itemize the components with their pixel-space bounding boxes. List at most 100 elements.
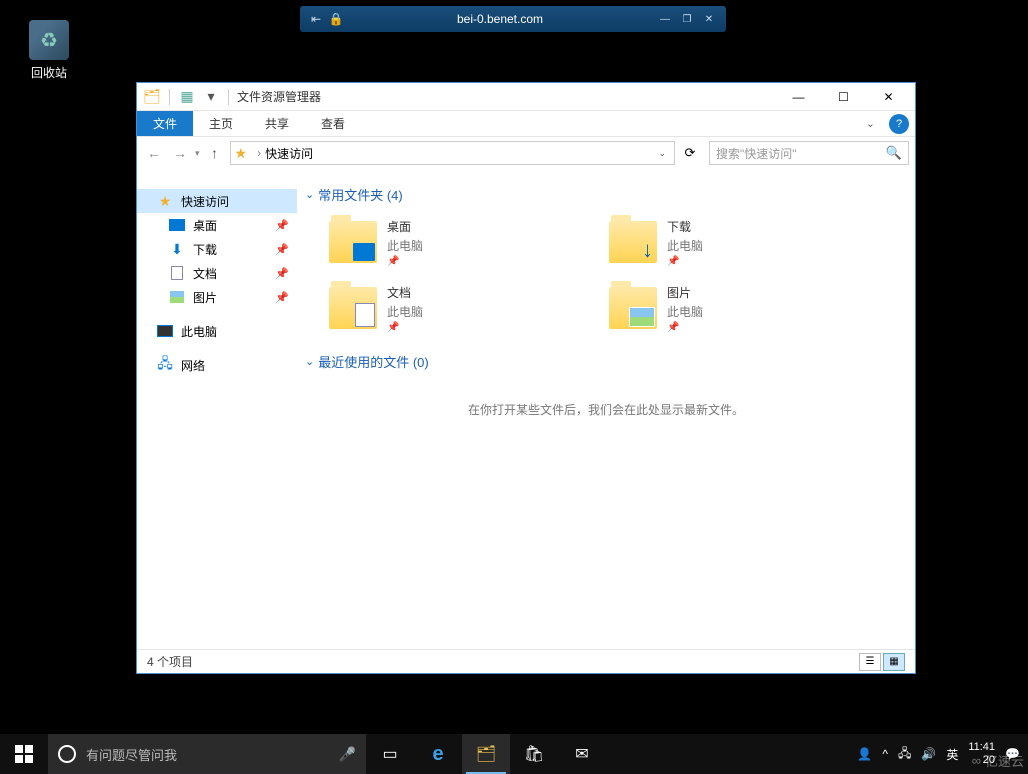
folder-name: 文档	[387, 284, 423, 301]
tab-file[interactable]: 文件	[137, 111, 193, 136]
nav-pictures[interactable]: 图片 📌	[137, 285, 297, 309]
nav-label: 文档	[193, 265, 217, 282]
microphone-icon[interactable]: 🎤	[339, 746, 356, 763]
pin-indicator-icon: 📌	[667, 322, 703, 333]
nav-quick-access[interactable]: ★ 快速访问	[137, 189, 297, 213]
properties-icon[interactable]: ▦	[176, 86, 198, 108]
pictures-icon	[169, 289, 185, 305]
explorer-titlebar[interactable]: 🗂 ▦ ▾ 文件资源管理器 — ☐ ✕	[137, 83, 915, 111]
taskbar-store[interactable]: 🛍	[510, 734, 558, 774]
start-button[interactable]	[0, 734, 48, 774]
explorer-app-icon[interactable]: 🗂	[141, 86, 163, 108]
thumbnails-view-button[interactable]: ▦	[883, 653, 905, 671]
tab-home[interactable]: 主页	[193, 111, 249, 136]
nav-this-pc[interactable]: 此电脑	[137, 319, 297, 343]
network-tray-icon[interactable]: 🖧	[898, 744, 911, 765]
nav-network[interactable]: 🖧 网络	[137, 353, 297, 377]
section-title: 最近使用的文件 (0)	[318, 352, 429, 371]
status-bar: 4 个项目 ☰ ▦	[137, 649, 915, 673]
nav-label: 网络	[181, 357, 205, 374]
taskbar-edge[interactable]: e	[414, 734, 462, 774]
search-icon[interactable]: 🔍	[886, 145, 902, 161]
nav-label: 桌面	[193, 217, 217, 234]
folder-item-documents[interactable]: 文档 此电脑 📌	[329, 280, 589, 336]
address-dropdown[interactable]: ⌄	[658, 148, 666, 159]
section-frequent-folders[interactable]: ⌄ 常用文件夹 (4)	[305, 185, 907, 204]
pin-indicator-icon: 📌	[387, 322, 423, 333]
date-label: 20	[968, 754, 995, 767]
nav-documents[interactable]: 文档 📌	[137, 261, 297, 285]
refresh-button[interactable]: ⟳	[679, 142, 701, 164]
vm-connection-titlebar[interactable]: ⇤ 🔒 bei-0.benet.com — ❐ ✕	[300, 6, 726, 32]
folder-item-desktop[interactable]: 桌面 此电脑 📌	[329, 214, 589, 270]
network-icon: 🖧	[157, 357, 173, 373]
window-title: 文件资源管理器	[237, 88, 321, 105]
pin-icon: 📌	[275, 291, 289, 304]
folder-item-pictures[interactable]: 图片 此电脑 📌	[609, 280, 869, 336]
taskbar-mail[interactable]: ✉	[558, 734, 606, 774]
new-folder-icon[interactable]: ▾	[200, 86, 222, 108]
search-placeholder: 有问题尽管问我	[86, 745, 329, 764]
section-recent-files[interactable]: ⌄ 最近使用的文件 (0)	[305, 352, 907, 371]
details-view-button[interactable]: ☰	[859, 653, 881, 671]
tray-expand-icon[interactable]: ^	[882, 747, 888, 761]
ime-indicator[interactable]: 英	[946, 746, 958, 763]
pin-icon[interactable]: ⇤	[306, 9, 326, 29]
cortana-search[interactable]: 有问题尽管问我 🎤	[48, 734, 366, 774]
chevron-down-icon: ⌄	[305, 188, 314, 201]
history-dropdown[interactable]: ▾	[195, 148, 200, 159]
section-title: 常用文件夹 (4)	[318, 185, 403, 204]
nav-label: 此电脑	[181, 323, 217, 340]
folder-icon	[329, 287, 377, 329]
close-button[interactable]: ✕	[866, 83, 911, 111]
forward-button[interactable]: →	[169, 142, 191, 164]
pin-icon: 📌	[275, 243, 289, 256]
quick-access-icon: ★	[235, 145, 248, 162]
folder-name: 图片	[667, 284, 703, 301]
search-placeholder: 搜索"快速访问"	[716, 145, 886, 162]
search-box[interactable]: 搜索"快速访问" 🔍	[709, 141, 909, 165]
task-view-button[interactable]: ▭	[366, 734, 414, 774]
restore-button[interactable]: ❐	[676, 10, 698, 28]
nav-downloads[interactable]: ⬇ 下载 📌	[137, 237, 297, 261]
pin-indicator-icon: 📌	[667, 256, 703, 267]
taskbar-explorer[interactable]: 🗂	[462, 734, 510, 774]
tab-share[interactable]: 共享	[249, 111, 305, 136]
nav-label: 下载	[193, 241, 217, 258]
action-center-icon[interactable]: 💬	[1005, 747, 1020, 761]
lock-icon: 🔒	[326, 9, 346, 29]
folder-location: 此电脑	[667, 303, 703, 320]
maximize-button[interactable]: ☐	[821, 83, 866, 111]
address-bar[interactable]: ★ › 快速访问 ⌄	[230, 141, 675, 165]
minimize-button[interactable]: —	[776, 83, 821, 111]
file-explorer-window: 🗂 ▦ ▾ 文件资源管理器 — ☐ ✕ 文件 主页 共享 查看 ⌄ ? ← → …	[136, 82, 916, 674]
divider	[228, 89, 229, 105]
empty-recent-message: 在你打开某些文件后，我们会在此处显示最新文件。	[305, 401, 907, 418]
close-button[interactable]: ✕	[698, 10, 720, 28]
people-icon[interactable]: 👤	[857, 747, 872, 761]
folder-location: 此电脑	[387, 303, 423, 320]
cortana-icon	[58, 745, 76, 763]
folder-item-downloads[interactable]: 下载 此电脑 📌	[609, 214, 869, 270]
ribbon-expand-button[interactable]: ⌄	[858, 111, 883, 136]
volume-icon[interactable]: 🔊	[921, 747, 936, 761]
desktop-icon-recycle-bin[interactable]: 回收站	[25, 20, 73, 81]
folder-icon	[609, 287, 657, 329]
vm-host-label: bei-0.benet.com	[346, 12, 654, 26]
up-button[interactable]: ↑	[204, 142, 226, 164]
pin-indicator-icon: 📌	[387, 256, 423, 267]
nav-label: 快速访问	[181, 193, 229, 210]
nav-desktop[interactable]: 桌面 📌	[137, 213, 297, 237]
minimize-button[interactable]: —	[654, 10, 676, 28]
tab-view[interactable]: 查看	[305, 111, 361, 136]
star-icon: ★	[157, 193, 173, 209]
back-button[interactable]: ←	[143, 142, 165, 164]
folder-icon	[609, 221, 657, 263]
clock[interactable]: 11:41 20	[968, 741, 995, 767]
navigation-pane: ★ 快速访问 桌面 📌 ⬇ 下载 📌 文档 📌 图片 📌	[137, 169, 297, 649]
documents-icon	[169, 265, 185, 281]
item-count: 4 个项目	[147, 653, 193, 670]
help-button[interactable]: ?	[889, 114, 909, 134]
breadcrumb-item[interactable]: 快速访问	[265, 145, 313, 162]
folder-location: 此电脑	[387, 237, 423, 254]
